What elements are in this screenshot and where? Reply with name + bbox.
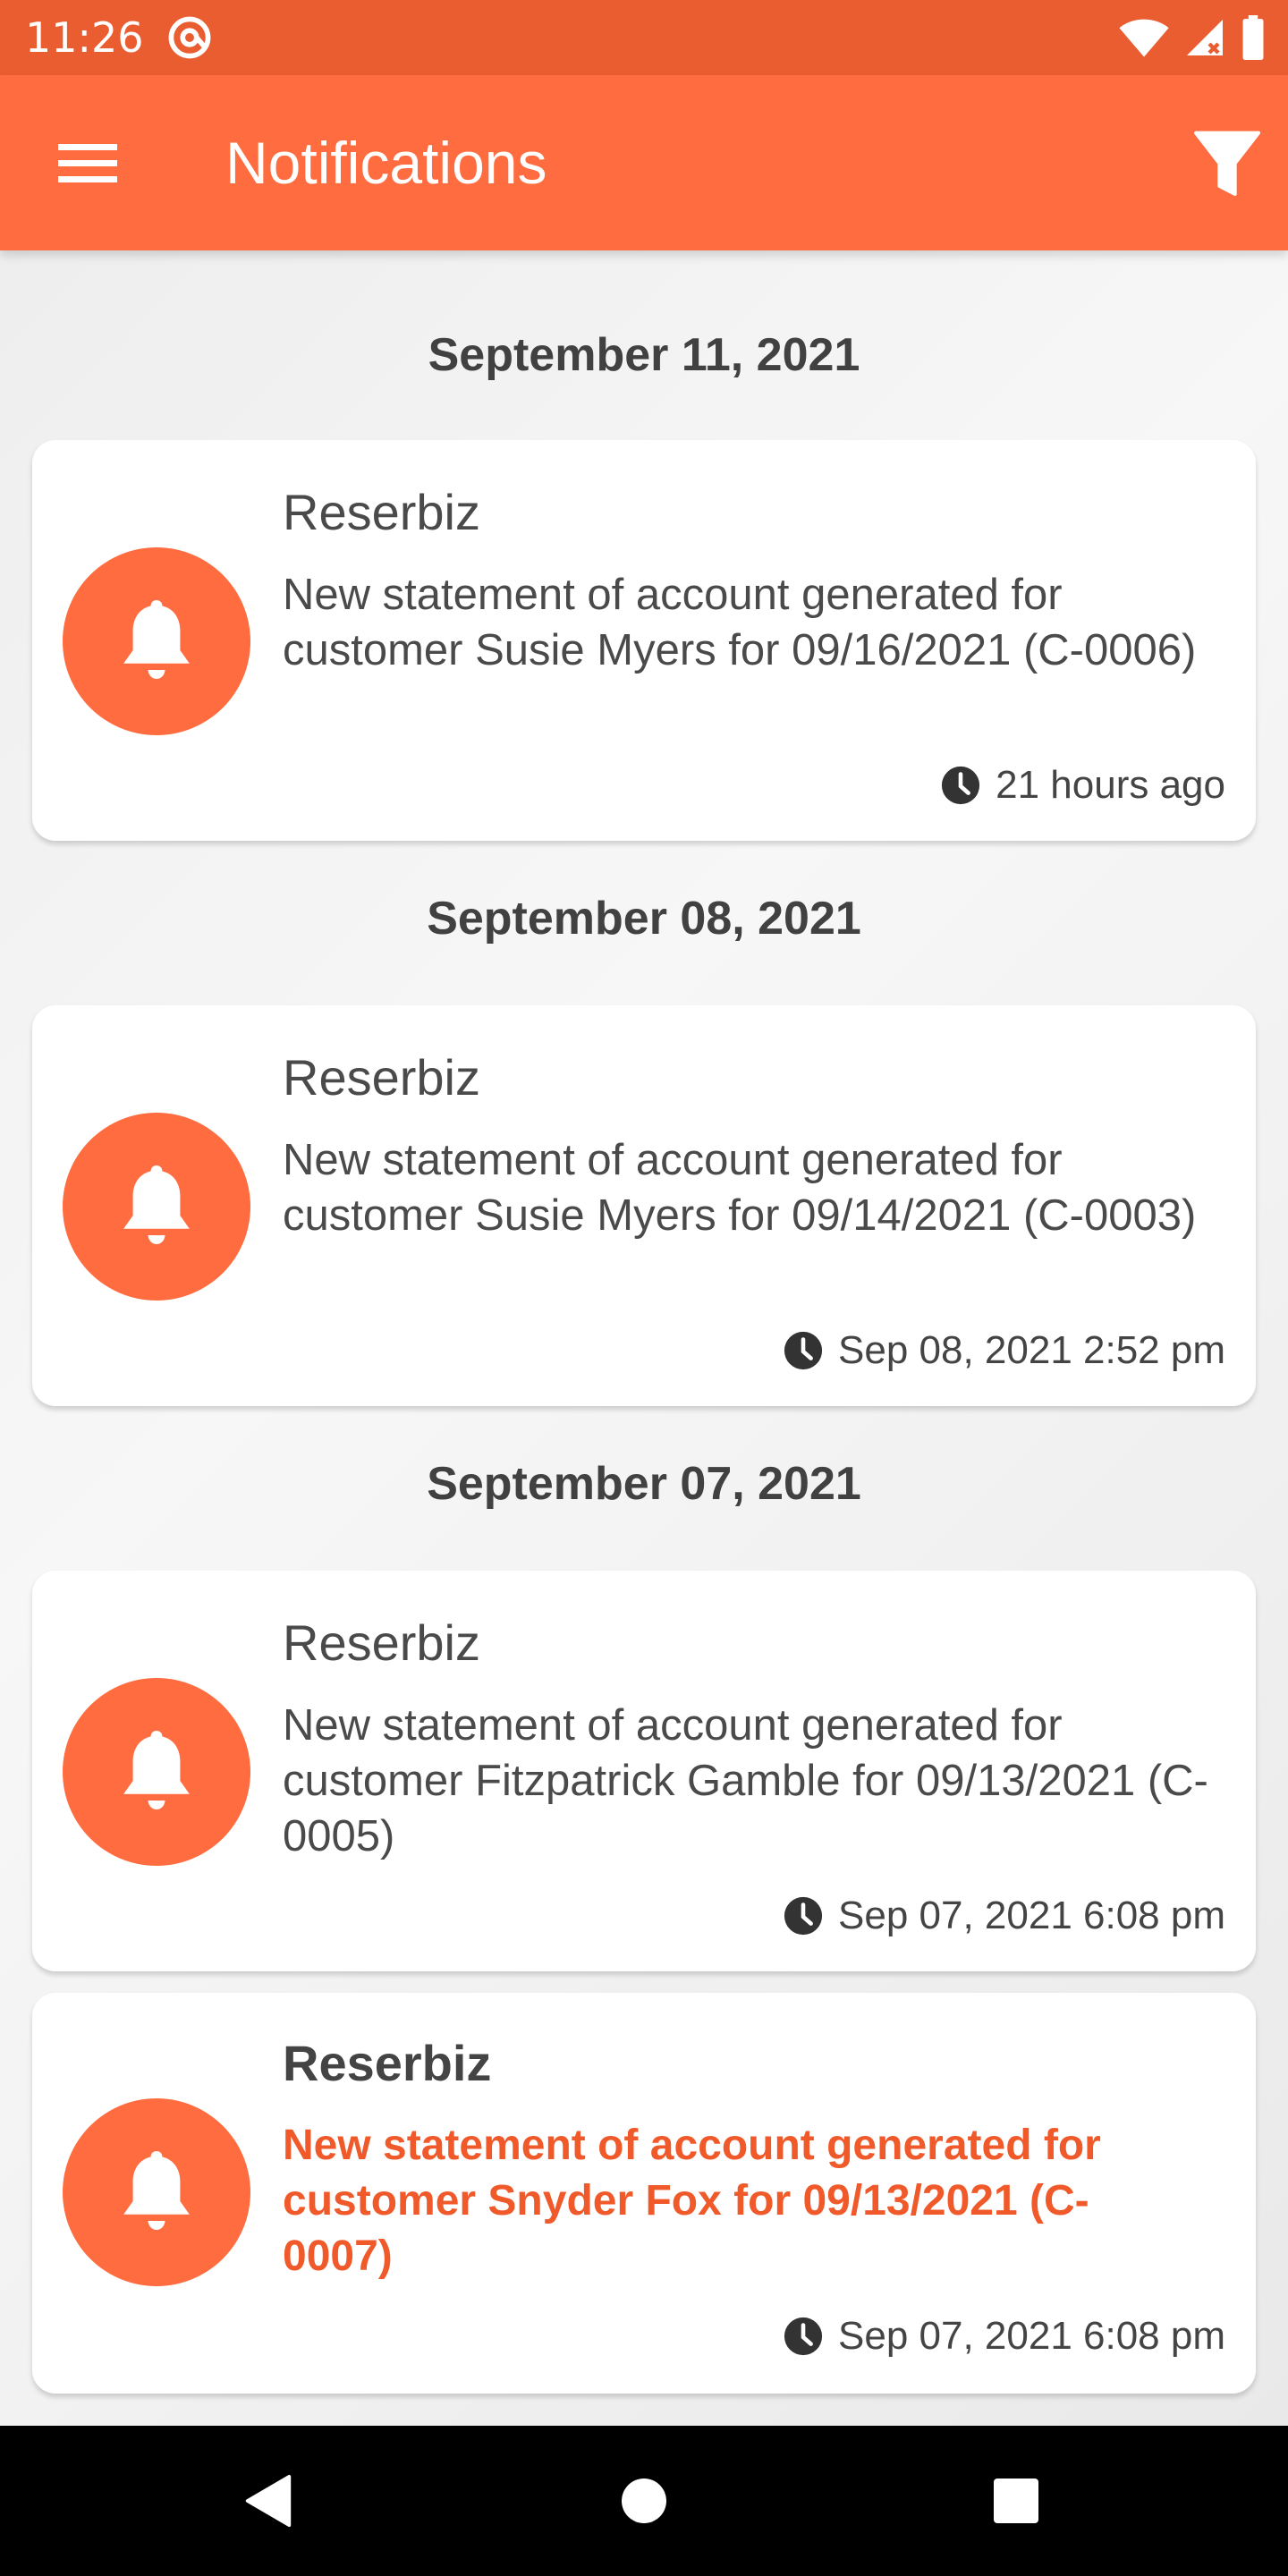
hamburger-menu-icon	[58, 144, 117, 182]
signal-icon	[1187, 20, 1223, 55]
notification-avatar	[63, 1113, 250, 1301]
date-header: September 08, 2021	[427, 893, 861, 945]
clock-icon	[784, 1896, 823, 1936]
notification-time: Sep 07, 2021 6:08 pm	[783, 1891, 1225, 1941]
notification-time-text: 21 hours ago	[996, 763, 1225, 807]
notification-time: Sep 07, 2021 6:08 pm	[783, 2311, 1225, 2361]
status-icons	[1118, 13, 1267, 63]
date-header: September 07, 2021	[427, 1458, 861, 1510]
notification-time-text: Sep 07, 2021 6:08 pm	[838, 2314, 1225, 2358]
notification-card[interactable]: Reserbiz New statement of account genera…	[32, 1571, 1256, 1971]
notification-message: New statement of account generated for c…	[283, 2122, 1101, 2280]
notification-card[interactable]: Reserbiz New statement of account genera…	[32, 440, 1256, 841]
clock-icon	[784, 2317, 823, 2356]
filter-button[interactable]	[1184, 125, 1270, 200]
bell-icon	[123, 1165, 190, 1244]
date-header: September 11, 2021	[428, 329, 860, 381]
notification-sender: Reserbiz	[283, 1049, 480, 1106]
notification-avatar	[63, 1678, 250, 1866]
battery-icon	[1242, 15, 1264, 60]
at-sign-icon	[168, 16, 211, 59]
back-icon	[245, 2474, 292, 2528]
notification-card[interactable]: Reserbiz New statement of account genera…	[32, 1005, 1256, 1406]
recents-button[interactable]	[973, 2458, 1059, 2544]
notification-sender: Reserbiz	[283, 2035, 492, 2091]
notification-message: New statement of account generated for c…	[283, 571, 1197, 674]
page-title: Notifications	[225, 130, 547, 196]
status-bar: 11:26	[0, 0, 1288, 75]
notification-time-text: Sep 07, 2021 6:08 pm	[838, 1894, 1225, 1937]
clock-icon	[942, 766, 980, 805]
back-button[interactable]	[225, 2458, 311, 2544]
bell-icon	[123, 600, 190, 679]
filter-icon	[1194, 131, 1260, 196]
status-time: 11:26	[25, 13, 144, 62]
notification-time-text: Sep 08, 2021 2:52 pm	[838, 1328, 1225, 1372]
notification-message: New statement of account generated for c…	[283, 1136, 1197, 1240]
recents-icon	[994, 2479, 1038, 2523]
notification-avatar	[63, 547, 250, 735]
bell-icon	[123, 1731, 190, 1809]
notification-card-unread[interactable]: Reserbiz New statement of account genera…	[32, 1993, 1256, 2394]
app-bar: Notifications	[0, 75, 1288, 250]
notification-time: Sep 08, 2021 2:52 pm	[783, 1326, 1225, 1376]
home-icon	[622, 2479, 666, 2523]
notification-sender: Reserbiz	[283, 484, 480, 540]
bell-icon	[123, 2151, 190, 2230]
notification-sender: Reserbiz	[283, 1614, 480, 1671]
home-button[interactable]	[601, 2458, 687, 2544]
wifi-icon	[1119, 19, 1169, 57]
notification-message: New statement of account generated for c…	[283, 1701, 1208, 1860]
navigation-bar	[0, 2426, 1288, 2576]
notification-avatar	[63, 2098, 250, 2286]
menu-button[interactable]	[50, 129, 125, 197]
notification-time: 21 hours ago	[940, 760, 1225, 810]
clock-icon	[784, 1331, 823, 1370]
notification-list[interactable]: September 11, 2021 Reserbiz New statemen…	[0, 250, 1288, 2426]
